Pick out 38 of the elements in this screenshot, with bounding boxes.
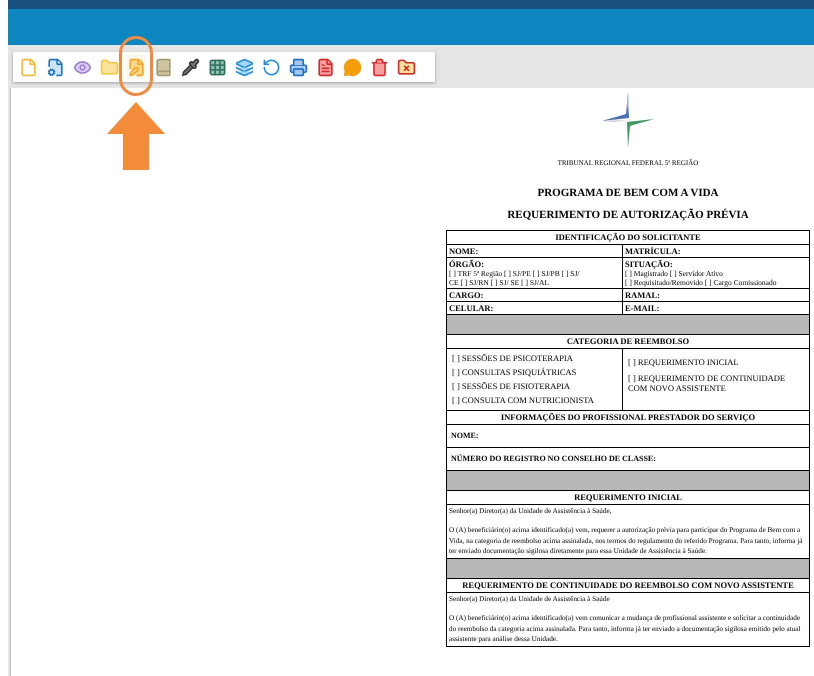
file-settings-icon (46, 58, 64, 76)
section-header: REQUERIMENTO INICIAL (447, 490, 809, 504)
field-label: RAMAL: (625, 290, 661, 300)
field-label: ÓRGÃO: (449, 258, 485, 268)
option-line: [ ] CONSULTAS PSIQUIÁTRICAS (452, 366, 578, 378)
book-icon (154, 58, 172, 76)
option-line: [ ] CONSULTA COM NUTRICIONISTA (452, 394, 595, 406)
section-header: REQUERIMENTO DE CONTINUIDADE DO REEMBOLSO COM NOVO ASSISTENTE (447, 578, 809, 592)
layers-icon (234, 58, 254, 76)
refresh-icon (262, 58, 280, 76)
print-icon (288, 58, 308, 76)
document-subtitle: REQUERIMENTO DE AUTORIZAÇÃO PRÉVIA (507, 208, 749, 223)
grid-icon (208, 58, 226, 76)
option-line: [ ] REQUERIMENTO DE CONTINUIDADE COM NOVO ASSISTENTE (628, 372, 786, 392)
new-file-icon (18, 58, 38, 76)
pipette-icon (180, 58, 200, 76)
folder-remove-icon (396, 58, 416, 76)
option-line: [ ] REQUERIMENTO INICIAL (628, 356, 740, 366)
folder-icon (100, 58, 118, 76)
field-label: CARGO: (449, 290, 484, 300)
field-label: NÚMERO DO REGISTRO NO CONSELHO DE CLASSE: (451, 454, 657, 464)
field-label: NOME: (449, 246, 480, 256)
pdf-icon (316, 58, 334, 76)
edit-file-icon (126, 58, 146, 76)
option-line: [ ] SESSÕES DE FISIOTERAPIA (452, 380, 572, 392)
comment-icon (342, 58, 362, 76)
document-title: PROGRAMA DE BEM COM A VIDA (538, 186, 718, 200)
field-label: CELULAR: (449, 302, 494, 312)
field-label: NOME: (451, 430, 480, 440)
field-label: MATRÍCULA: (625, 246, 682, 256)
arrow-icon (107, 102, 165, 170)
trash-icon (370, 58, 388, 76)
section-header: IDENTIFICAÇÃO DO SOLICITANTE (447, 230, 809, 244)
field-label: E-MAIL: (625, 302, 660, 312)
option-line: [ ] SESSÕES DE PSICOTERAPIA (452, 352, 574, 364)
field-label: SITUAÇÃO: (625, 258, 674, 268)
section-header: INFORMAÇÕES DO PROFISSIONAL PRESTADOR DO SERVIÇO (447, 410, 809, 424)
section-header: CATEGORIA DE REEMBOLSO (447, 334, 809, 348)
